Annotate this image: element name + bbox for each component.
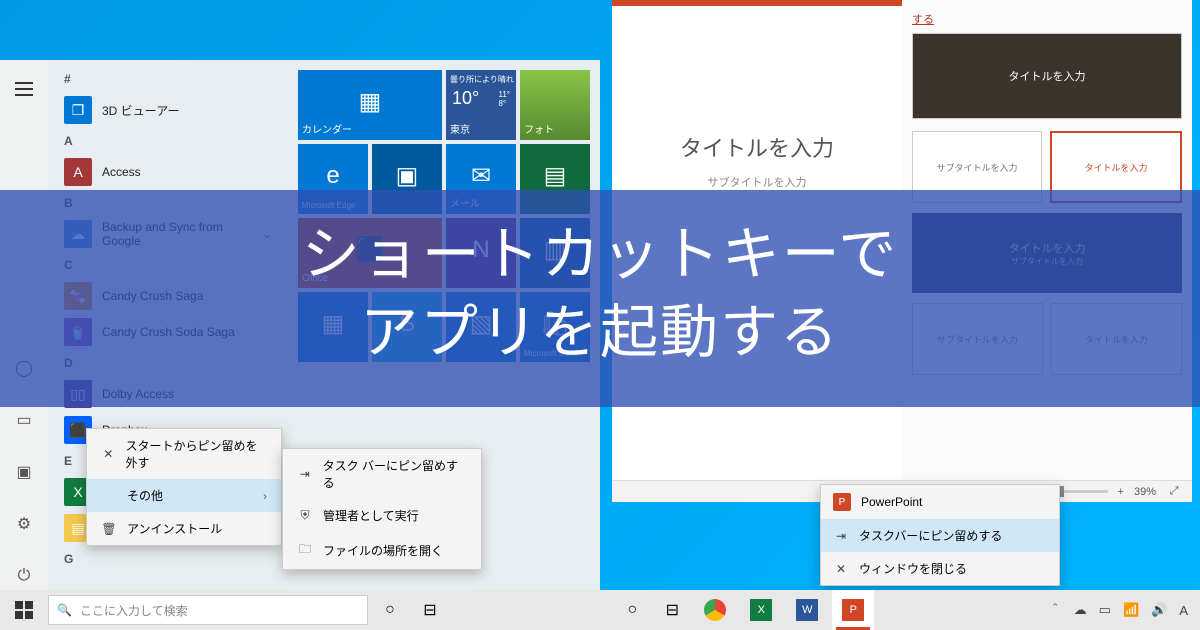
settings-icon[interactable]: ⚙ [0, 505, 48, 543]
ctx-label: その他 [127, 487, 163, 504]
app-icon: ▤ [544, 162, 567, 191]
headline-overlay: ショートカットキーで アプリを起動する [0, 190, 1200, 407]
app-label: 3D ビューアー [102, 102, 179, 119]
ctx-pin-taskbar[interactable]: ⇥ タスク バーにピン留めする [283, 449, 481, 499]
app-3d-viewer[interactable]: ❒ 3D ビューアー [48, 92, 288, 128]
jumplist-close[interactable]: ✕ ウィンドウを閉じる [821, 552, 1059, 585]
taskbar-jumplist: P PowerPoint ⇥ タスクバーにピン留めする ✕ ウィンドウを閉じる [820, 484, 1060, 586]
taskbar-word[interactable]: W [786, 590, 828, 630]
tile-label: カレンダー [302, 121, 438, 136]
tray-chevron-icon[interactable]: ＾ [1049, 601, 1062, 620]
headline-line-2: アプリを起動する [10, 294, 1190, 372]
task-view-icon-2[interactable]: ⊟ [654, 590, 690, 630]
tray-onedrive-icon[interactable]: ☁ [1074, 602, 1087, 618]
cube-icon: ❒ [64, 96, 92, 124]
taskbar: 🔍 ここに入力して検索 ○ ⊟ ○ ⊟ X W P ＾ ☁ ▭ 📶 🔊 A [0, 590, 1200, 630]
headline-line-1: ショートカットキーで [10, 216, 1190, 294]
edge-icon: e [326, 162, 339, 190]
zoom-percent[interactable]: 39% [1134, 486, 1156, 498]
tile-calendar[interactable]: ▦ カレンダー [298, 70, 442, 140]
search-placeholder: ここに入力して検索 [80, 602, 188, 619]
documents-icon[interactable]: ▭ [0, 401, 48, 439]
hamburger-icon[interactable] [0, 70, 48, 108]
tray-ime-indicator[interactable]: A [1179, 603, 1188, 618]
cortana-icon[interactable]: ○ [372, 590, 408, 630]
calendar-icon: ▦ [359, 88, 382, 117]
fit-window-icon[interactable]: ⤢ [1166, 484, 1182, 500]
mail-icon: ✉ [471, 162, 491, 191]
taskbar-powerpoint[interactable]: P [832, 590, 874, 630]
cortana-icon-2[interactable]: ○ [614, 590, 650, 630]
jumplist-label: タスクバーにピン留めする [859, 527, 1002, 544]
powerpoint-icon: P [833, 493, 851, 511]
chevron-right-icon: › [263, 489, 267, 503]
jumplist-label: PowerPoint [861, 495, 922, 509]
slide-canvas[interactable]: タイトルを入力 サブタイトルを入力 [637, 126, 877, 190]
jumplist-app[interactable]: P PowerPoint [821, 485, 1059, 519]
ctx-label: 管理者として実行 [323, 507, 419, 524]
app-label: Access [102, 165, 141, 179]
slide-title-placeholder[interactable]: タイトルを入力 [637, 126, 877, 168]
trash-icon: 🗑 [101, 522, 117, 536]
pin-icon: ⇥ [833, 529, 849, 543]
start-button[interactable] [4, 590, 44, 630]
tray-volume-icon[interactable]: 🔊 [1151, 602, 1167, 618]
search-input[interactable]: 🔍 ここに入力して検索 [48, 595, 368, 625]
ctx-uninstall[interactable]: 🗑 アンインストール [87, 512, 281, 545]
chrome-icon [704, 599, 726, 621]
section-g[interactable]: G [48, 546, 288, 572]
unpin-icon: ✕ [101, 447, 116, 461]
task-view-icon[interactable]: ⊟ [412, 590, 448, 630]
start-context-menu: ✕ スタートからピン留めを外す その他 › 🗑 アンインストール [86, 428, 282, 546]
pin-icon: ⇥ [297, 467, 313, 481]
weather-location: 東京 [450, 121, 512, 136]
section-hash[interactable]: # [48, 66, 288, 92]
ctx-label: スタートからピン留めを外す [126, 437, 267, 471]
ctx-label: ファイルの場所を開く [323, 542, 443, 559]
taskbar-excel[interactable]: X [740, 590, 782, 630]
excel-icon: X [750, 599, 772, 621]
system-tray: ＾ ☁ ▭ 📶 🔊 A [1041, 601, 1196, 620]
tray-wifi-icon[interactable]: 📶 [1123, 602, 1139, 618]
taskbar-chrome[interactable] [694, 590, 736, 630]
jumplist-label: ウィンドウを閉じる [859, 560, 967, 577]
jumplist-pin[interactable]: ⇥ タスクバーにピン留めする [821, 519, 1059, 552]
tray-network-icon[interactable]: ▭ [1099, 602, 1111, 618]
weather-condition: 曇り所により晴れ [450, 74, 514, 85]
ctx-label: アンインストール [127, 520, 222, 537]
shield-icon: ⛨ [297, 508, 313, 523]
app-access[interactable]: A Access [48, 154, 288, 190]
ctx-open-location[interactable]: 🗀 ファイルの場所を開く [283, 532, 481, 569]
search-icon: 🔍 [57, 603, 72, 617]
word-icon: W [796, 599, 818, 621]
tile-label: フォト [524, 121, 586, 136]
access-icon: A [64, 158, 92, 186]
ctx-unpin-start[interactable]: ✕ スタートからピン留めを外す [87, 429, 281, 479]
design-thumb-1[interactable]: タイトルを入力 [912, 33, 1182, 119]
pictures-icon[interactable]: ▣ [0, 453, 48, 491]
weather-temp: 10° [452, 88, 479, 109]
powerpoint-icon: P [842, 599, 864, 621]
start-context-submenu: ⇥ タスク バーにピン留めする ⛨ 管理者として実行 🗀 ファイルの場所を開く [282, 448, 482, 570]
ctx-label: タスク バーにピン留めする [323, 457, 467, 491]
section-a[interactable]: A [48, 128, 288, 154]
app-icon: ▣ [396, 162, 419, 191]
windows-logo-icon [15, 601, 33, 619]
ctx-run-admin[interactable]: ⛨ 管理者として実行 [283, 499, 481, 532]
slide-subtitle-placeholder[interactable]: サブタイトルを入力 [637, 174, 877, 190]
design-link[interactable]: する [912, 11, 934, 27]
powerpoint-titlebar [612, 0, 902, 6]
close-icon: ✕ [833, 562, 849, 576]
tile-weather[interactable]: 曇り所により晴れ 10° 11°8° 東京 [446, 70, 516, 140]
folder-icon: 🗀 [297, 540, 313, 561]
ctx-other[interactable]: その他 › [87, 479, 281, 512]
tile-photos[interactable]: フォト [520, 70, 590, 140]
